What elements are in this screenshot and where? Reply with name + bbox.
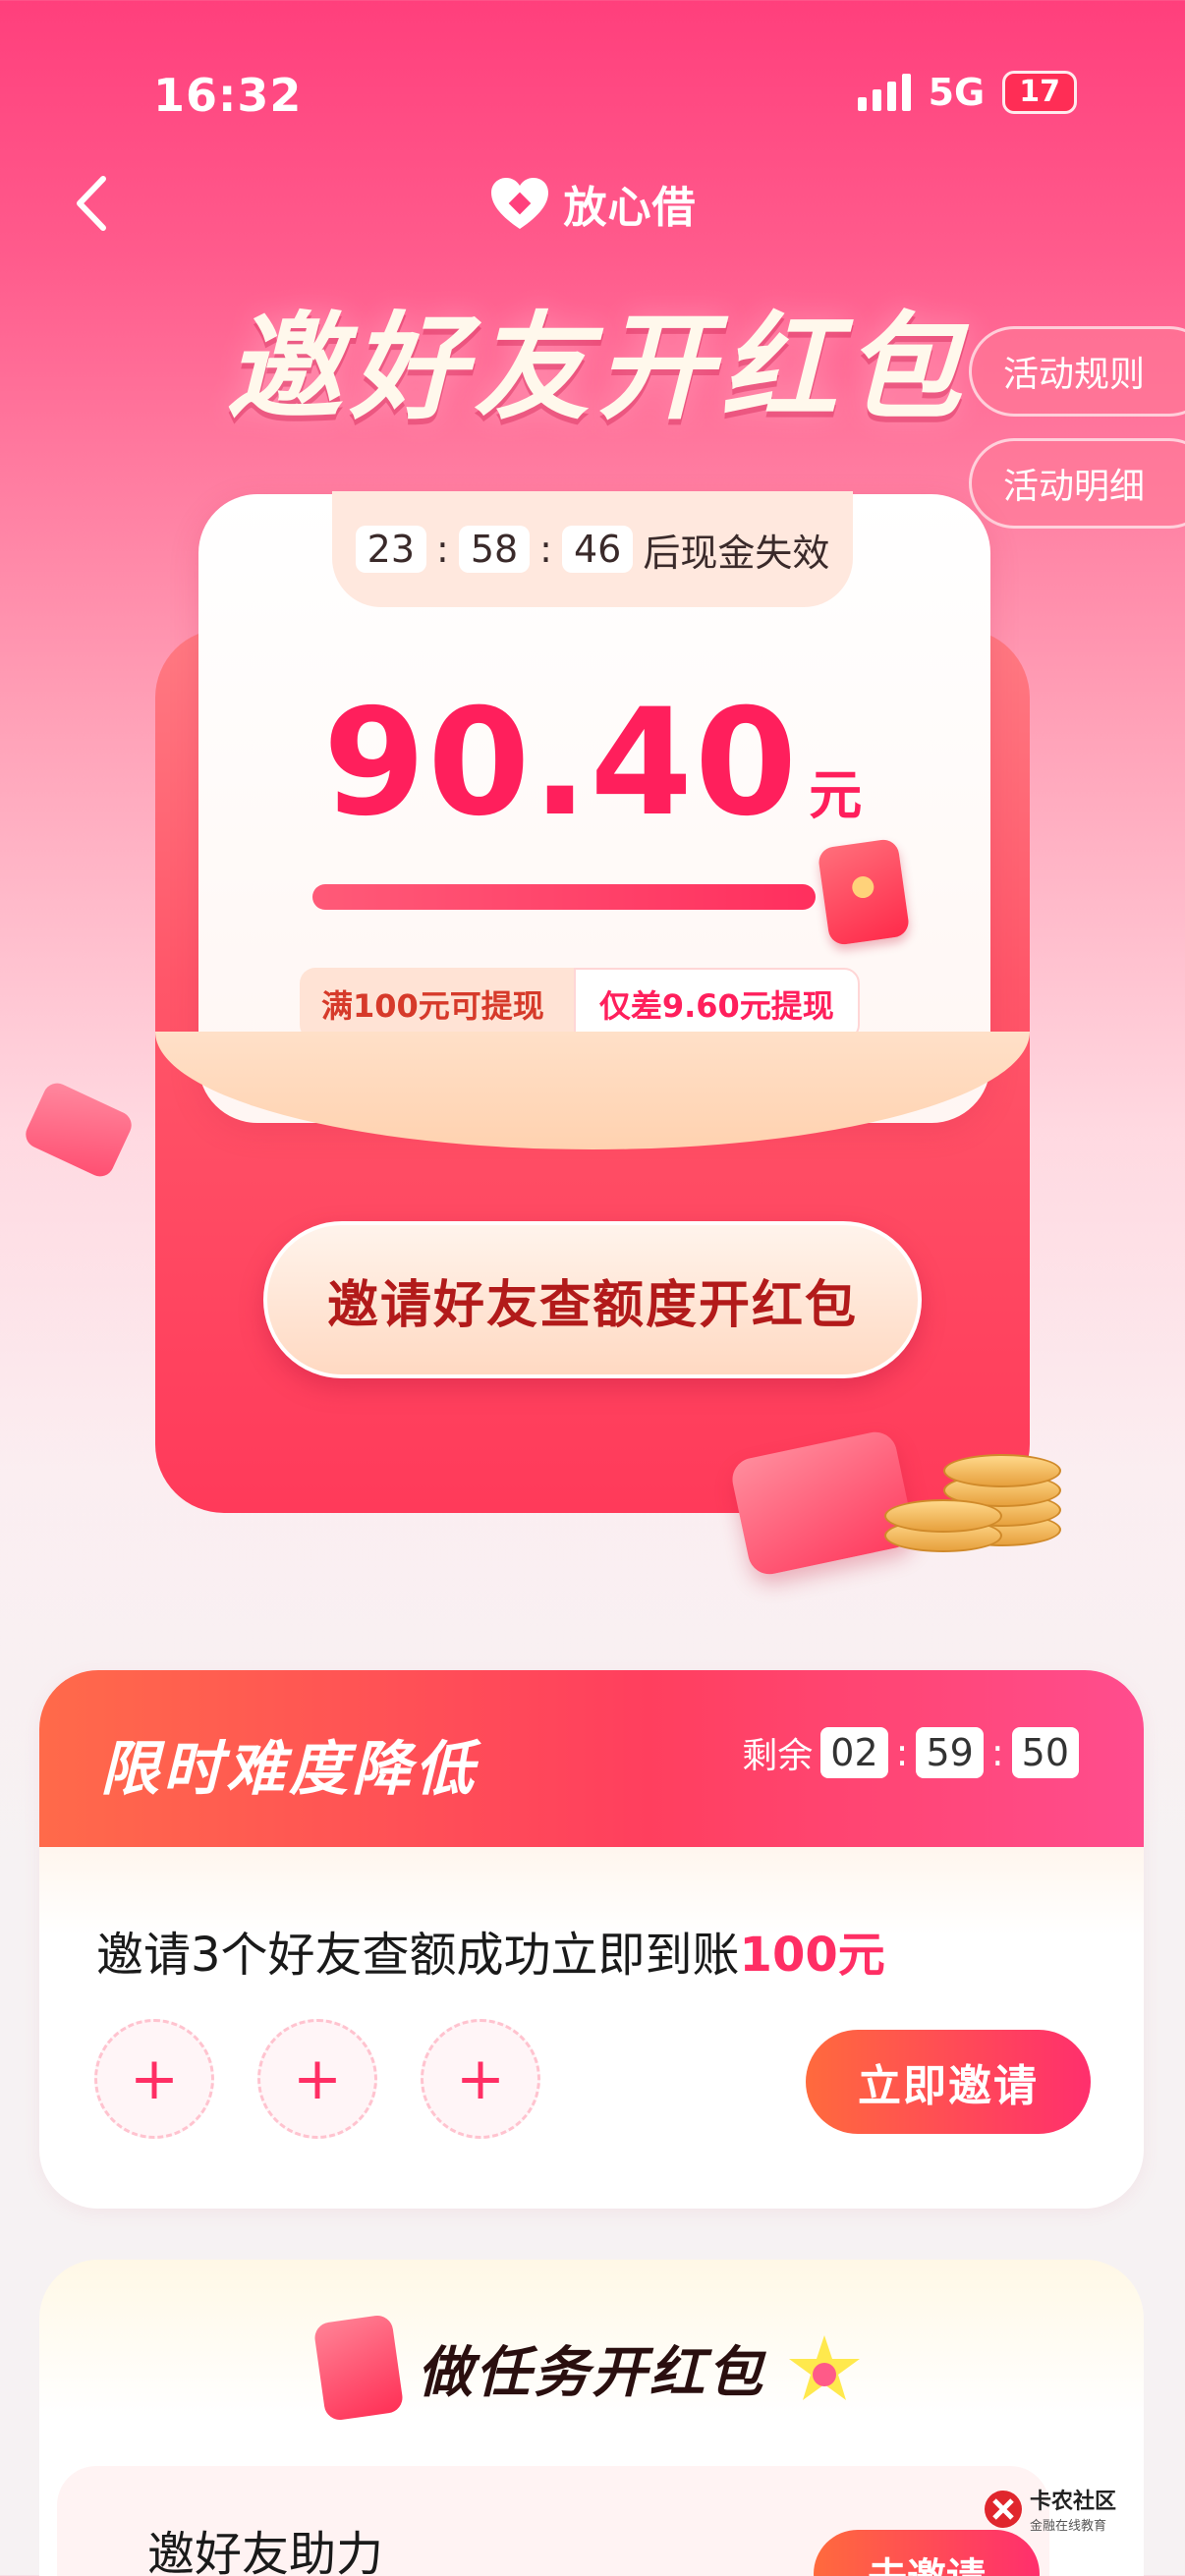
remain-seconds: 50 — [1011, 1727, 1079, 1778]
task-section-title: 做任务开红包 — [418, 2340, 765, 2405]
status-indicators: 5G 17 — [857, 71, 1077, 114]
page-headline: 邀好友开红包 — [226, 300, 970, 435]
task-item-title: 邀好友助力 — [147, 2527, 384, 2576]
withdraw-threshold: 满100元可提现 — [300, 968, 574, 1040]
withdraw-hint: 满100元可提现 仅差9.60元提现 — [300, 968, 860, 1040]
cash-expiry-countdown: 23 : 58 : 46 后现金失效 — [332, 491, 853, 607]
limited-time-description: 邀请3个好友查额成功立即到账100元 — [96, 1928, 885, 1983]
remain-minutes: 59 — [916, 1727, 984, 1778]
progress-red-packet-icon — [817, 837, 911, 947]
brand: 放心借 — [0, 172, 1185, 235]
network-type: 5G — [928, 71, 986, 114]
withdraw-progress-bar — [312, 884, 816, 910]
limited-time-countdown: 剩余 02 : 59 : 50 — [742, 1727, 1079, 1778]
signal-icon — [857, 74, 911, 111]
red-packet-icon — [312, 2313, 405, 2423]
cash-amount: 90.40 元 — [0, 678, 1185, 849]
activity-rules-button[interactable]: 活动规则 — [969, 326, 1185, 417]
go-invite-button[interactable]: 去邀请 — [814, 2530, 1040, 2576]
watermark-sub: 金融在线教育 — [1030, 2519, 1107, 2534]
watermark-logo-icon — [985, 2490, 1022, 2528]
invite-slot-1[interactable]: + — [94, 2019, 214, 2139]
invite-open-packet-button[interactable]: 邀请好友查额度开红包 — [263, 1221, 922, 1378]
activity-details-button[interactable]: 活动明细 — [969, 438, 1185, 529]
limited-time-title: 限时难度降低 — [100, 1735, 478, 1804]
gold-coins-icon — [884, 1434, 1091, 1552]
invite-now-button[interactable]: 立即邀请 — [806, 2030, 1091, 2134]
countdown-hours: 23 — [355, 526, 426, 573]
amount-unit: 元 — [809, 764, 863, 826]
reward-amount: 100元 — [739, 1928, 885, 1983]
watermark-main: 卡农社区 — [1030, 2490, 1117, 2514]
watermark: 卡农社区 金融在线教育 — [983, 2484, 1116, 2534]
remain-label: 剩余 — [742, 1736, 814, 1776]
battery-level: 17 — [1002, 71, 1077, 114]
remain-hours: 02 — [820, 1727, 888, 1778]
invite-slot-2[interactable]: + — [257, 2019, 377, 2139]
withdraw-gap: 仅差9.60元提现 — [573, 968, 860, 1040]
amount-value: 90.40 — [322, 678, 800, 849]
red-packet-decoration-icon — [21, 1078, 137, 1182]
invite-slot-3[interactable]: + — [421, 2019, 540, 2139]
brand-name: 放心借 — [563, 183, 697, 233]
brand-logo-icon — [490, 178, 548, 229]
countdown-minutes: 58 — [458, 526, 531, 573]
star-decoration-icon — [789, 2335, 860, 2400]
countdown-suffix: 后现金失效 — [643, 531, 830, 575]
status-time: 16:32 — [153, 69, 303, 122]
countdown-seconds: 46 — [561, 526, 634, 573]
limited-time-card: 限时难度降低 剩余 02 : 59 : 50 邀请3个好友查额成功立即到账100… — [39, 1670, 1144, 2209]
